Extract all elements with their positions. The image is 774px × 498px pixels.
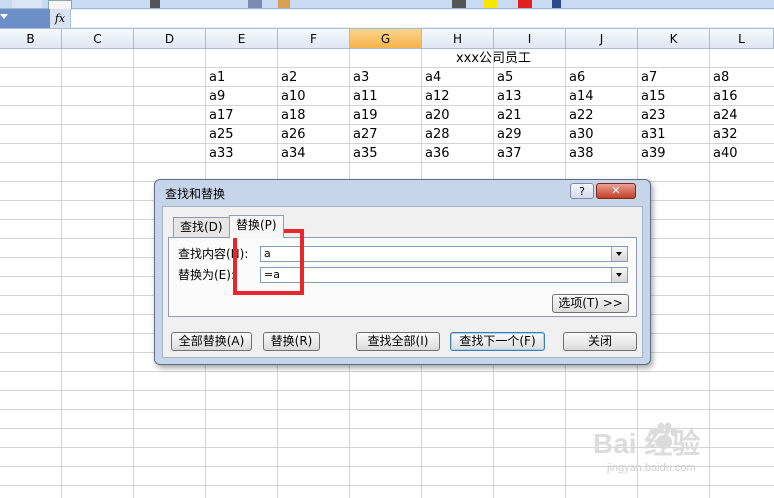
sheet-cell[interactable]: a15: [638, 87, 710, 106]
column-header-g[interactable]: G: [350, 29, 422, 49]
replace-button[interactable]: 替换(R): [263, 332, 320, 351]
find-all-button[interactable]: 查找全部(I): [356, 332, 440, 351]
find-replace-dialog: 查找和替换 ? ✕ 查找(D) 替换(P) 查找内容(N): a 替换为(E):…: [154, 179, 651, 365]
highlight-color-icon[interactable]: [484, 0, 498, 8]
column-header-e[interactable]: E: [206, 29, 278, 49]
sheet-cell[interactable]: a38: [566, 144, 638, 163]
sheet-cell[interactable]: a2: [278, 68, 350, 87]
toolbar-icon[interactable]: [248, 0, 262, 8]
sheet-cell[interactable]: a11: [350, 87, 422, 106]
sheet-cell[interactable]: a4: [422, 68, 494, 87]
sheet-cell[interactable]: a10: [278, 87, 350, 106]
sheet-cell[interactable]: a29: [494, 125, 566, 144]
sheet-cell[interactable]: a18: [278, 106, 350, 125]
sheet-cell[interactable]: a31: [638, 125, 710, 144]
sheet-cell[interactable]: a3: [350, 68, 422, 87]
find-next-button[interactable]: 查找下一个(F): [450, 332, 545, 351]
grid-line-horizontal: [0, 390, 774, 391]
column-header-j[interactable]: J: [566, 29, 638, 49]
sheet-cell[interactable]: a5: [494, 68, 566, 87]
annotation-highlight-box: [233, 229, 304, 295]
toolbar-icon[interactable]: [278, 0, 290, 8]
sheet-cell[interactable]: a33: [206, 144, 278, 163]
column-header-c[interactable]: C: [62, 29, 134, 49]
sheet-cell[interactable]: a9: [206, 87, 278, 106]
sheet-cell[interactable]: a17: [206, 106, 278, 125]
column-header-f[interactable]: F: [278, 29, 350, 49]
formula-bar: fx: [0, 9, 774, 29]
sheet-cell[interactable]: a14: [566, 87, 638, 106]
column-header-i[interactable]: I: [494, 29, 566, 49]
sheet-cell[interactable]: a22: [566, 106, 638, 125]
sheet-cell[interactable]: a30: [566, 125, 638, 144]
paw-logo-icon: [651, 422, 678, 449]
sheet-cell[interactable]: a16: [710, 87, 774, 106]
toolbar-icon[interactable]: [452, 0, 466, 8]
grid-line-horizontal: [0, 371, 774, 372]
sheet-cell[interactable]: a7: [638, 68, 710, 87]
watermark-url: jingyan.baidu.com: [607, 462, 696, 474]
sheet-cell[interactable]: a23: [638, 106, 710, 125]
formula-input[interactable]: [71, 10, 774, 27]
tab-find[interactable]: 查找(D): [173, 217, 230, 237]
column-header-l[interactable]: L: [710, 29, 774, 49]
column-header-h[interactable]: H: [422, 29, 494, 49]
baidu-jingyan-watermark: Bai 经验 jingyan.baidu.com: [587, 418, 767, 488]
sheet-cell[interactable]: a20: [422, 106, 494, 125]
replace-label: 替换为(E):: [178, 268, 235, 282]
replace-input[interactable]: =a: [260, 267, 628, 283]
column-header-b[interactable]: B: [0, 29, 62, 49]
tab-replace[interactable]: 替换(P): [229, 215, 284, 238]
sheet-cell[interactable]: a8: [710, 68, 774, 87]
grid-line-vertical: [61, 49, 62, 498]
font-color-icon[interactable]: [518, 0, 532, 8]
chevron-down-icon[interactable]: [0, 14, 8, 19]
replace-dropdown-icon[interactable]: [611, 268, 627, 282]
options-button[interactable]: 选项(T) >>: [552, 294, 629, 313]
sheet-cell[interactable]: a34: [278, 144, 350, 163]
sheet-cell[interactable]: a27: [350, 125, 422, 144]
sheet-cell[interactable]: a13: [494, 87, 566, 106]
toolbar-more-icon[interactable]: [552, 0, 561, 8]
replace-all-button[interactable]: 全部替换(A): [171, 332, 252, 351]
sheet-cell[interactable]: a37: [494, 144, 566, 163]
sheet-cell[interactable]: a21: [494, 106, 566, 125]
sheet-cell[interactable]: a19: [350, 106, 422, 125]
sheet-cell[interactable]: a25: [206, 125, 278, 144]
toolbar-icon[interactable]: [150, 0, 160, 8]
grid-line-horizontal: [0, 409, 774, 410]
column-header-d[interactable]: D: [134, 29, 206, 49]
sheet-cell[interactable]: a40: [710, 144, 774, 163]
name-box[interactable]: [0, 9, 50, 28]
dialog-title: 查找和替换: [165, 187, 226, 201]
close-button[interactable]: 关闭: [563, 332, 637, 351]
sheet-cell[interactable]: a1: [206, 68, 278, 87]
grid-line-vertical: [133, 49, 134, 498]
sheet-cell[interactable]: a24: [710, 106, 774, 125]
sheet-cell[interactable]: a39: [638, 144, 710, 163]
column-header-k[interactable]: K: [638, 29, 710, 49]
help-icon[interactable]: ?: [570, 183, 594, 199]
fx-icon[interactable]: fx: [50, 9, 71, 28]
sheet-cell[interactable]: a12: [422, 87, 494, 106]
sheet-cell[interactable]: a28: [422, 125, 494, 144]
close-icon[interactable]: ✕: [596, 183, 636, 199]
sheet-cell[interactable]: a6: [566, 68, 638, 87]
find-dropdown-icon[interactable]: [611, 247, 627, 261]
sheet-cell[interactable]: a32: [710, 125, 774, 144]
toolbar-segment[interactable]: [12, 0, 42, 8]
toolbar-strip: [0, 0, 774, 10]
sheet-cell[interactable]: a35: [350, 144, 422, 163]
sheet-cell[interactable]: a36: [422, 144, 494, 163]
find-input[interactable]: a: [260, 246, 628, 262]
sheet-cell[interactable]: a26: [278, 125, 350, 144]
